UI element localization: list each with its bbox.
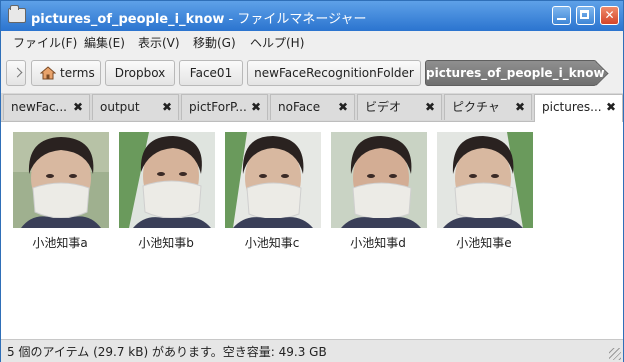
tab-pictures[interactable]: ピクチャ ✖ [444, 94, 532, 120]
path-crumb-dropbox[interactable]: Dropbox [105, 60, 175, 86]
file-name: 小池知事b [138, 236, 194, 250]
title-bar[interactable]: pictures_of_people_i_know - ファイルマネージャー ✕ [1, 1, 623, 31]
path-bar: terms Dropbox Face01 newFaceRecognitionF… [1, 56, 623, 90]
file-name: 小池知事a [32, 236, 88, 250]
tab-output[interactable]: output ✖ [92, 94, 179, 120]
menu-file[interactable]: ファイル(F) [13, 34, 77, 51]
tab-close-icon[interactable]: ✖ [425, 95, 435, 119]
tab-close-icon[interactable]: ✖ [338, 95, 348, 119]
tab-pictures-of-people[interactable]: pictures... ✖ [534, 94, 623, 122]
tab-close-icon[interactable]: ✖ [606, 95, 616, 119]
file-name: 小池知事e [456, 236, 512, 250]
menu-view[interactable]: 表示(V) [138, 34, 180, 51]
file-name: 小池知事c [244, 236, 300, 250]
tab-close-icon[interactable]: ✖ [73, 95, 83, 119]
image-thumbnail [437, 132, 533, 228]
minimize-button[interactable] [552, 6, 571, 25]
image-thumbnail [119, 132, 215, 228]
tab-bar: newFac... ✖ output ✖ pictForP... ✖ noFace ✖ … [1, 93, 623, 122]
tab-newfac[interactable]: newFac... ✖ [3, 94, 90, 120]
close-button[interactable]: ✕ [600, 6, 619, 25]
menu-go[interactable]: 移動(G) [193, 34, 236, 51]
image-thumbnail [331, 132, 427, 228]
path-crumb-face01[interactable]: Face01 [179, 60, 243, 86]
window-title: pictures_of_people_i_know - ファイルマネージャー [31, 12, 367, 27]
image-thumbnail [13, 132, 109, 228]
path-crumb-current[interactable]: pictures_of_people_i_know [425, 60, 605, 86]
file-list-view[interactable]: 小池知事a 小池知事b 小池知事c 小池知事d 小池知事e [1, 122, 623, 339]
resize-grip-icon[interactable] [609, 348, 621, 360]
home-icon [40, 66, 56, 80]
tab-close-icon[interactable]: ✖ [515, 95, 525, 119]
tab-video[interactable]: ビデオ ✖ [357, 94, 442, 120]
path-scroll-left-button[interactable] [6, 60, 26, 86]
menu-bar: ファイル(F) 編集(E) 表示(V) 移動(G) ヘルプ(H) [1, 31, 623, 53]
file-manager-window: pictures_of_people_i_know - ファイルマネージャー ✕… [0, 0, 624, 362]
tab-pictforp[interactable]: pictForP... ✖ [181, 94, 268, 120]
tab-noface[interactable]: noFace ✖ [270, 94, 355, 120]
path-crumb-terms[interactable]: terms [31, 60, 101, 86]
file-name: 小池知事d [350, 236, 406, 250]
path-crumb-newfacerecognitionfolder[interactable]: newFaceRecognitionFolder [247, 60, 421, 86]
image-thumbnail [225, 132, 321, 228]
tab-close-icon[interactable]: ✖ [162, 95, 172, 119]
status-bar: 5 個のアイテム (29.7 kB) があります。空き容量: 49.3 GB [1, 339, 623, 362]
maximize-button[interactable] [576, 6, 595, 25]
menu-help[interactable]: ヘルプ(H) [250, 34, 304, 51]
tab-close-icon[interactable]: ✖ [251, 95, 261, 119]
menu-edit[interactable]: 編集(E) [84, 34, 125, 51]
folder-icon [8, 5, 26, 23]
status-text: 5 個のアイテム (29.7 kB) があります。空き容量: 49.3 GB [7, 345, 327, 359]
